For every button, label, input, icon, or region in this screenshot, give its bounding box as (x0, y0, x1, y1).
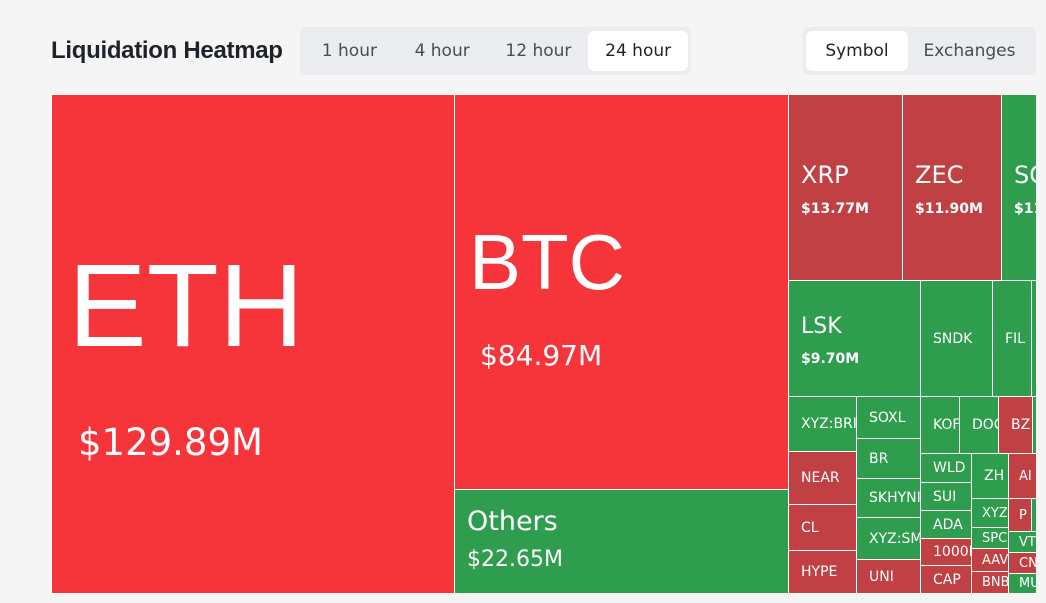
tile-symbol: VT (1019, 534, 1036, 550)
tile-cl[interactable]: CL (788, 504, 857, 551)
tile-symbol: SPC (982, 530, 1008, 546)
tile-xyz[interactable]: XYZ (971, 498, 1009, 528)
tile-cap[interactable]: CAP (920, 565, 972, 594)
tile-br[interactable]: BR (856, 438, 921, 479)
tile-vt[interactable]: VT (1008, 531, 1036, 553)
tile-symbol: FIL (1005, 330, 1025, 347)
tile-fil[interactable]: FIL (992, 280, 1032, 397)
tile-zec[interactable]: ZEC $11.90M (902, 94, 1002, 281)
tile-symbol: LSK (801, 314, 842, 339)
tile-skhyni[interactable]: SKHYNI (856, 478, 921, 518)
tile-symbol: DOC (972, 417, 998, 433)
tile-symbol: NEAR (801, 470, 840, 486)
tab-symbol[interactable]: Symbol (806, 31, 908, 71)
tile-symbol: XYZ:SM (869, 530, 921, 547)
tile-symbol: UNI (869, 568, 894, 585)
tile-symbol: XRP (801, 161, 849, 189)
tile-soxl[interactable]: SOXL (856, 396, 921, 439)
tab-4-hour[interactable]: 4 hour (396, 31, 489, 71)
tile-symbol: SO (1014, 161, 1036, 189)
tile-symbol: SOXL (869, 409, 906, 426)
liquidation-treemap: ETH $129.89M BTC $84.97M Others $22.65M … (51, 94, 1036, 594)
tile-symbol: SKHYNI (869, 490, 921, 506)
tab-12-hour[interactable]: 12 hour (489, 31, 589, 71)
tile-spc[interactable]: SPC (971, 527, 1009, 549)
tile-doc[interactable]: DOC (959, 396, 999, 454)
tile-cn[interactable]: CN (1008, 552, 1036, 574)
tile-symbol: ETH (68, 240, 304, 372)
tile-xyz-bri[interactable]: XYZ:BRI (788, 396, 857, 452)
tile-btc[interactable]: BTC $84.97M (454, 94, 789, 490)
tab-exchanges[interactable]: Exchanges (908, 31, 1031, 71)
tile-unlabeled[interactable] (1032, 396, 1036, 454)
tile-sndk[interactable]: SNDK (920, 280, 993, 397)
tile-symbol: ZH (984, 468, 1005, 484)
tile-unlabeled[interactable] (1031, 280, 1036, 397)
tile-value: $129.89M (78, 421, 263, 464)
tile-kor[interactable]: KOF (920, 396, 960, 454)
tile-symbol: WLD (933, 460, 966, 476)
tile-xrp[interactable]: XRP $13.77M (788, 94, 903, 281)
tile-value: $84.97M (480, 339, 603, 372)
tile-symbol: XYZ (982, 505, 1008, 521)
tile-symbol: CAP (933, 571, 961, 588)
tile-zh[interactable]: ZH (971, 453, 1009, 499)
tile-symbol: AI (1019, 468, 1032, 484)
tile-sui[interactable]: SUI (920, 482, 972, 511)
tile-others[interactable]: Others $22.65M (454, 489, 789, 594)
page-title: Liquidation Heatmap (51, 37, 283, 64)
tile-symbol: SNDK (933, 330, 973, 347)
tile-ada[interactable]: ADA (920, 510, 972, 539)
tile-symbol: KOF (933, 417, 960, 433)
view-mode-selector: Symbol Exchanges (803, 27, 1036, 75)
tile-hype[interactable]: HYPE (788, 550, 857, 594)
tab-24-hour[interactable]: 24 hour (588, 31, 688, 71)
tile-xyz-sm[interactable]: XYZ:SM (856, 517, 921, 560)
tile-eth[interactable]: ETH $129.89M (51, 94, 455, 594)
tile-wld[interactable]: WLD (920, 453, 972, 483)
tile-near[interactable]: NEAR (788, 451, 857, 505)
tile-value: $13.77M (801, 201, 869, 217)
tile-value: $22.65M (467, 547, 563, 572)
tile-value: $9.70M (801, 351, 860, 367)
tile-lsk[interactable]: LSK $9.70M (788, 280, 921, 397)
tile-symbol: CL (801, 519, 819, 536)
tile-bz[interactable]: BZ (998, 396, 1033, 454)
tile-symbol: SUI (933, 488, 957, 505)
tile-symbol: Others (467, 506, 558, 537)
tile-value: $11 (1014, 201, 1036, 217)
tile-value: $11.90M (915, 201, 983, 217)
time-range-selector: 1 hour 4 hour 12 hour 24 hour (300, 27, 691, 75)
tile-unlabeled[interactable] (1031, 498, 1036, 532)
tile-symbol: BNB (982, 575, 1009, 590)
tile-symbol: P (1019, 507, 1027, 523)
tile-symbol: MU (1019, 576, 1036, 591)
tile-symbol: AAV (982, 552, 1009, 568)
tile-p[interactable]: P (1008, 498, 1032, 532)
tile-symbol: HYPE (801, 564, 838, 580)
tile-symbol: XYZ:BRI (801, 416, 857, 432)
tile-aav[interactable]: AAV (971, 548, 1009, 572)
tile-symbol: ZEC (915, 161, 964, 189)
tile-symbol: BZ (1011, 417, 1031, 433)
tab-1-hour[interactable]: 1 hour (303, 31, 396, 71)
tile-uni[interactable]: UNI (856, 559, 921, 594)
tile-symbol: BR (869, 450, 889, 467)
tile-ai[interactable]: AI (1008, 453, 1036, 499)
tile-sol[interactable]: SO $11 (1001, 94, 1036, 281)
tile-symbol: ADA (933, 516, 963, 533)
tile-bnb[interactable]: BNB (971, 571, 1009, 594)
tile-symbol: BTC (469, 218, 625, 306)
tile-1000k[interactable]: 1000K (920, 538, 972, 566)
tile-mu[interactable]: MU (1008, 573, 1036, 594)
tile-symbol: CN (1019, 555, 1036, 571)
tile-symbol: 1000K (933, 544, 971, 560)
